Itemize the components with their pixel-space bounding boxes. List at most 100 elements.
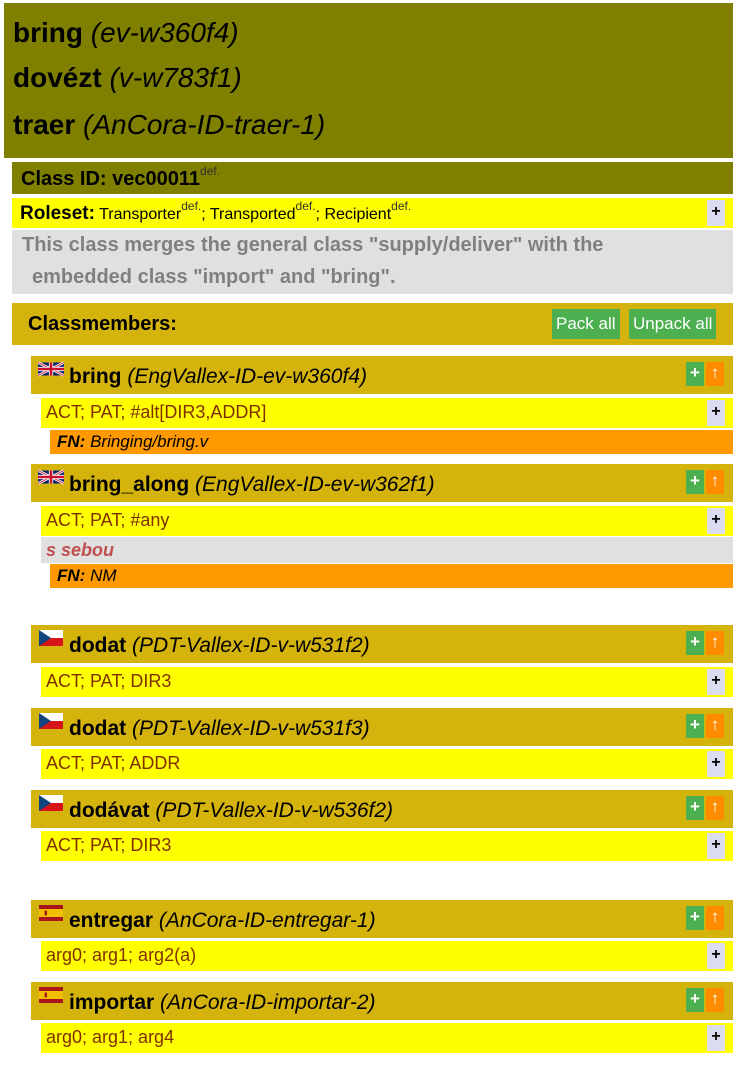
member-expand-button[interactable]: + xyxy=(686,988,704,1012)
member-expand-button[interactable]: + xyxy=(686,906,704,930)
es-flag-icon xyxy=(39,987,63,1003)
header-id: (AnCora-ID-traer-1) xyxy=(83,109,326,140)
member-frame: arg0; arg1; arg2(a) + xyxy=(41,941,733,971)
header-word: dovézt xyxy=(13,62,102,93)
frame-expand-button[interactable]: + xyxy=(707,669,725,695)
up-arrow-icon[interactable]: ↑ xyxy=(706,988,724,1012)
frame-expand-button[interactable]: + xyxy=(707,751,725,777)
fn-value: Bringing/bring.v xyxy=(90,432,209,451)
class-description: This class merges the general class "sup… xyxy=(12,230,733,294)
classmembers-label: Classmembers: xyxy=(28,313,177,335)
role-def-link[interactable]: def. xyxy=(296,199,316,213)
member-title: dodat (PDT-Vallex-ID-v-w531f3) xyxy=(69,717,370,741)
header-line-en: bring (ev-w360f4) xyxy=(13,17,239,49)
role-def-link[interactable]: def. xyxy=(181,199,201,213)
role: Transporter xyxy=(99,206,182,223)
frame-expand-button[interactable]: + xyxy=(707,943,725,969)
role-separator: ; xyxy=(201,206,210,223)
member-frame: ACT; PAT; #alt[DIR3,ADDR] + xyxy=(41,398,733,428)
roleset-label: Roleset: xyxy=(20,203,95,224)
role: Recipient xyxy=(324,206,392,223)
class-def-link[interactable]: def. xyxy=(200,164,220,178)
member-header[interactable]: dodat (PDT-Vallex-ID-v-w531f3) + ↑ xyxy=(31,708,733,746)
role-def-link[interactable]: def. xyxy=(391,199,411,213)
member-frame: ACT; PAT; DIR3 + xyxy=(41,667,733,697)
gloss-text: s sebou xyxy=(46,540,115,560)
member-id: (EngVallex-ID-ev-w362f1) xyxy=(195,473,435,496)
role: Transported xyxy=(209,206,296,223)
frame-text: ACT; PAT; ADDR xyxy=(46,753,181,773)
member-title: bring (EngVallex-ID-ev-w360f4) xyxy=(69,365,367,389)
member-word: bring xyxy=(69,365,122,388)
frame-text: ACT; PAT; DIR3 xyxy=(46,671,172,691)
frame-text: ACT; PAT; DIR3 xyxy=(46,835,172,855)
up-arrow-icon[interactable]: ↑ xyxy=(706,906,724,930)
member-header[interactable]: dodávat (PDT-Vallex-ID-v-w536f2) + ↑ xyxy=(31,790,733,828)
member-header[interactable]: importar (AnCora-ID-importar-2) + ↑ xyxy=(31,982,733,1020)
member-expand-button[interactable]: + xyxy=(686,714,704,738)
frame-text: arg0; arg1; arg4 xyxy=(46,1027,175,1047)
member-title: dodat (PDT-Vallex-ID-v-w531f2) xyxy=(69,634,370,658)
member-header[interactable]: entregar (AnCora-ID-entregar-1) + ↑ xyxy=(31,900,733,938)
uk-flag-icon xyxy=(38,469,64,485)
framenet-link[interactable]: FN: NM xyxy=(57,566,117,586)
cz-flag-icon xyxy=(39,713,63,729)
uk-flag-icon xyxy=(38,361,64,377)
member-title: bring_along (EngVallex-ID-ev-w362f1) xyxy=(69,473,435,497)
roleset-bar: Roleset: Transporterdef.; Transporteddef… xyxy=(12,198,733,228)
member-title: dodávat (PDT-Vallex-ID-v-w536f2) xyxy=(69,799,393,823)
member-title: entregar (AnCora-ID-entregar-1) xyxy=(69,909,376,933)
up-arrow-icon[interactable]: ↑ xyxy=(706,714,724,738)
header-line-cs: dovézt (v-w783f1) xyxy=(13,62,242,94)
up-arrow-icon[interactable]: ↑ xyxy=(706,470,724,494)
member-id: (PDT-Vallex-ID-v-w536f2) xyxy=(155,799,394,822)
up-arrow-icon[interactable]: ↑ xyxy=(706,362,724,386)
member-expand-button[interactable]: + xyxy=(686,631,704,655)
class-id: Class ID: vec00011def. xyxy=(21,164,220,191)
member-header[interactable]: bring (EngVallex-ID-ev-w360f4) + ↑ xyxy=(31,356,733,394)
member-gloss: s sebou xyxy=(41,537,733,563)
header-word: traer xyxy=(13,109,76,140)
member-word: entregar xyxy=(69,909,154,932)
frame-expand-button[interactable]: + xyxy=(707,508,725,534)
cz-flag-icon xyxy=(39,630,63,646)
member-id: (AnCora-ID-entregar-1) xyxy=(158,909,376,932)
member-id: (AnCora-ID-importar-2) xyxy=(160,991,376,1014)
header-id: (v-w783f1) xyxy=(109,62,242,93)
member-header[interactable]: bring_along (EngVallex-ID-ev-w362f1) + ↑ xyxy=(31,464,733,502)
frame-expand-button[interactable]: + xyxy=(707,833,725,859)
member-expand-button[interactable]: + xyxy=(686,470,704,494)
classmembers-bar: Classmembers: Pack all Unpack all xyxy=(12,303,733,345)
member-expand-button[interactable]: + xyxy=(686,796,704,820)
framenet-link[interactable]: FN: Bringing/bring.v xyxy=(57,432,208,452)
up-arrow-icon[interactable]: ↑ xyxy=(706,796,724,820)
member-id: (PDT-Vallex-ID-v-w531f2) xyxy=(132,634,370,657)
header-id: (ev-w360f4) xyxy=(90,17,239,48)
member-header[interactable]: dodat (PDT-Vallex-ID-v-w531f2) + ↑ xyxy=(31,625,733,663)
member-frame: arg0; arg1; arg4 + xyxy=(41,1023,733,1053)
class-id-label: Class ID: vec00011 xyxy=(21,168,201,190)
member-id: (PDT-Vallex-ID-v-w531f3) xyxy=(132,717,370,740)
member-word: dodat xyxy=(69,717,127,740)
description-line: embedded class "import" and "bring". xyxy=(32,266,396,288)
member-frame: ACT; PAT; #any + xyxy=(41,506,733,536)
framenet-row: FN: NM xyxy=(50,564,733,588)
fn-label: FN: xyxy=(57,566,86,585)
roleset: Roleset: Transporterdef.; Transporteddef… xyxy=(20,199,411,225)
roleset-expand-button[interactable]: + xyxy=(707,200,725,226)
member-id: (EngVallex-ID-ev-w360f4) xyxy=(127,365,367,388)
unpack-all-button[interactable]: Unpack all xyxy=(629,309,717,339)
frame-expand-button[interactable]: + xyxy=(707,1025,725,1051)
header-line-es: traer (AnCora-ID-traer-1) xyxy=(13,109,325,141)
fn-value: NM xyxy=(90,566,117,585)
frame-text: arg0; arg1; arg2(a) xyxy=(46,945,197,965)
member-expand-button[interactable]: + xyxy=(686,362,704,386)
up-arrow-icon[interactable]: ↑ xyxy=(706,631,724,655)
frame-expand-button[interactable]: + xyxy=(707,400,725,426)
frame-text: ACT; PAT; #any xyxy=(46,510,170,530)
framenet-row: FN: Bringing/bring.v xyxy=(50,430,733,454)
member-word: bring_along xyxy=(69,473,190,496)
member-word: dodat xyxy=(69,634,127,657)
pack-all-button[interactable]: Pack all xyxy=(552,309,620,339)
member-word: importar xyxy=(69,991,155,1014)
